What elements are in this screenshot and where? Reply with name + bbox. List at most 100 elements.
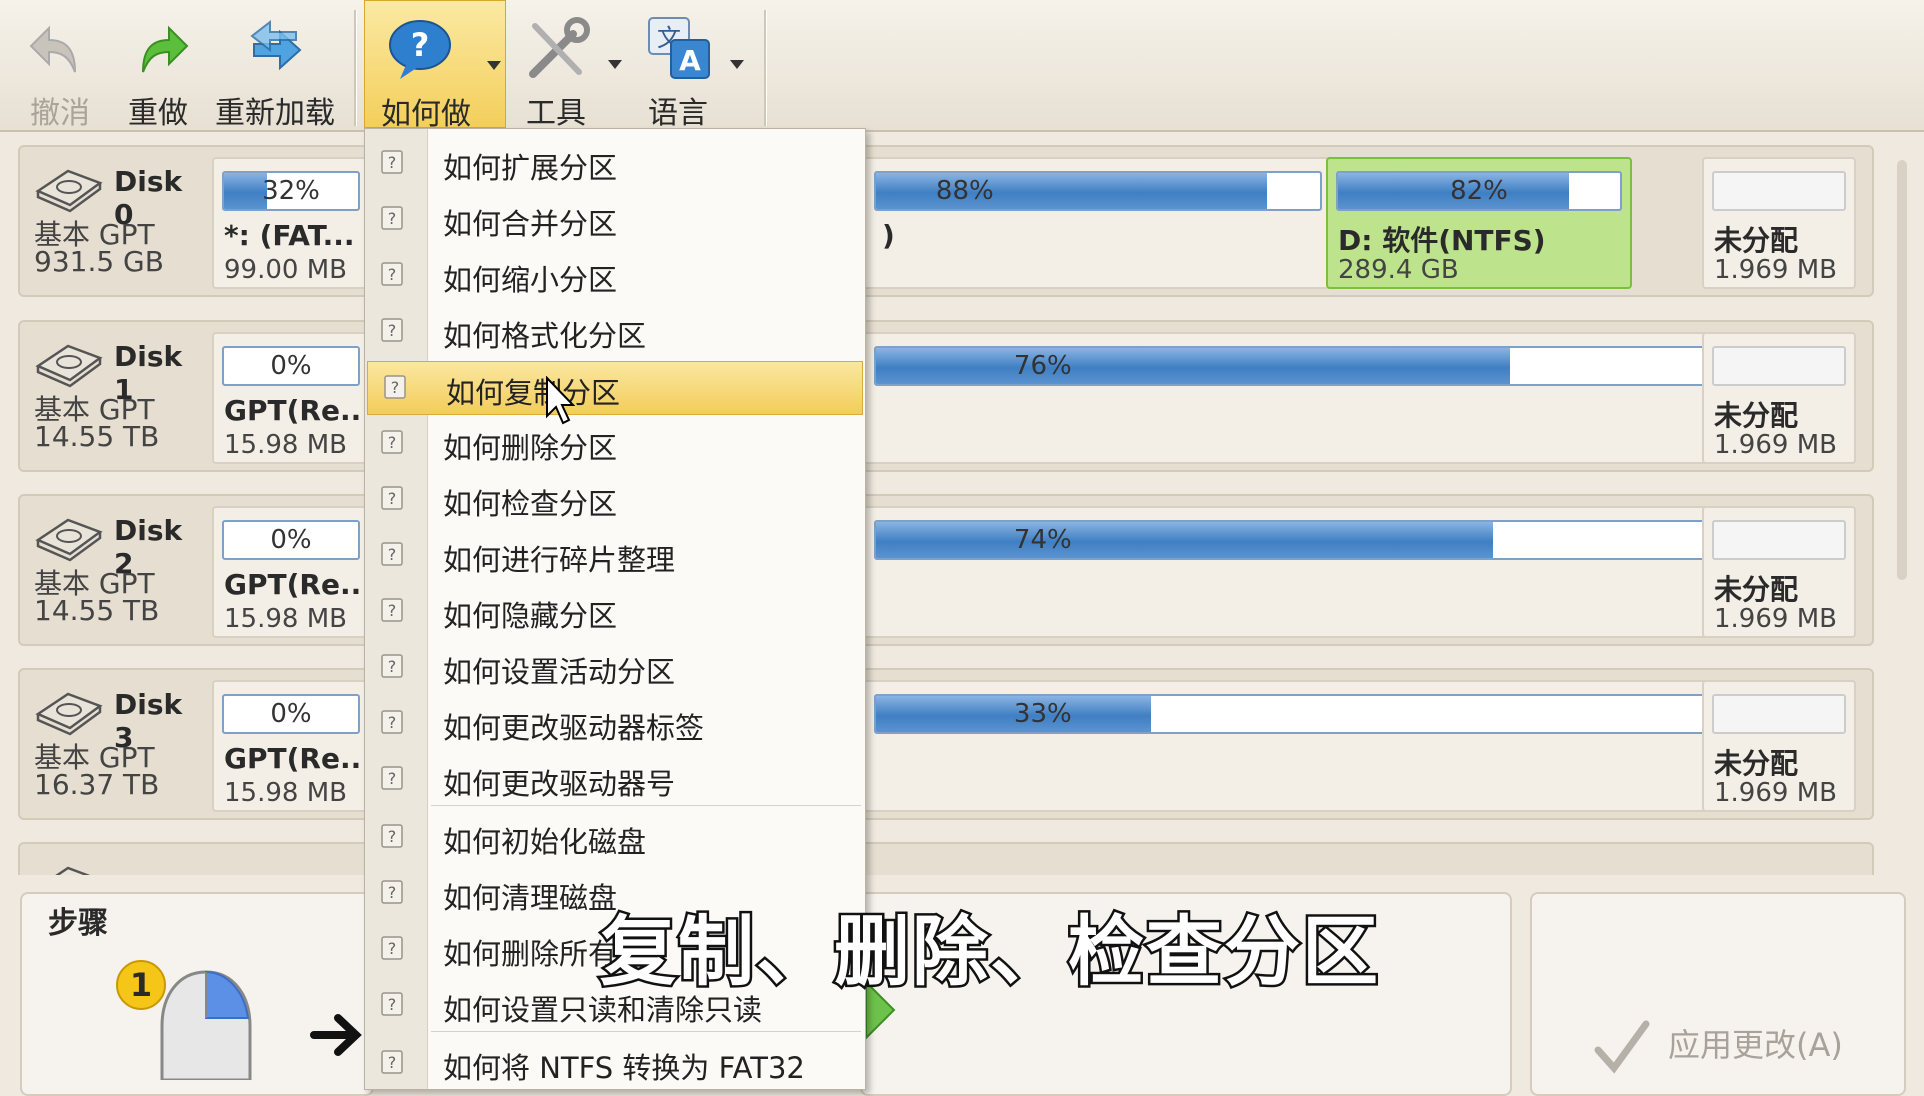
apply-button-label: 应用更改(A) <box>1668 1026 1843 1064</box>
usage-bar <box>1712 171 1846 211</box>
svg-text:?: ? <box>388 153 397 172</box>
partition-block-unallocated[interactable]: 未分配 1.969 MB <box>1702 680 1856 812</box>
partition-label: 未分配 <box>1714 747 1799 780</box>
reload-label: 重新加载 <box>215 96 335 131</box>
svg-text:?: ? <box>388 433 397 452</box>
menu-item[interactable]: ? 如何删除分区 <box>365 417 865 469</box>
partition-block-unallocated[interactable]: 未分配 1.969 MB <box>1702 506 1856 638</box>
menu-item-label: 如何清理磁盘 <box>443 881 618 915</box>
usage-bar: 0% <box>222 694 360 734</box>
partition-block[interactable]: 32% *: (FAT... 99.00 MB <box>212 157 370 289</box>
partition-block-unallocated[interactable]: 未分配 1.969 MB <box>1702 332 1856 464</box>
disk-info: Disk 2 基本 GPT 14.55 TB <box>20 496 205 644</box>
menu-item[interactable]: ? 如何进行碎片整理 <box>365 529 865 581</box>
menu-item[interactable]: ? 如何扩展分区 <box>365 137 865 189</box>
partition-block[interactable]: 0% GPT(Re... 15.98 MB <box>212 680 372 812</box>
partition-size: 15.98 MB <box>224 778 347 808</box>
svg-text:?: ? <box>388 995 397 1014</box>
partition-label: *: (FAT... <box>224 219 355 252</box>
menu-item-label: 如何格式化分区 <box>443 319 647 353</box>
hard-disk-icon <box>35 518 103 562</box>
howto-button[interactable]: ? 如何做 <box>364 0 506 132</box>
mouse-icon <box>160 970 252 1080</box>
partition-size: 1.969 MB <box>1714 430 1837 460</box>
menu-item-label: 如何设置活动分区 <box>443 655 676 689</box>
menu-item[interactable]: ? 如何隐藏分区 <box>365 585 865 637</box>
help-page-icon: ? <box>381 992 403 1016</box>
undo-arrow-icon <box>29 25 76 73</box>
tools-label: 工具 <box>526 96 586 131</box>
disk-size: 931.5 GB <box>34 245 164 278</box>
disk-row[interactable]: Disk 2 基本 GPT 14.55 TB 0% GPT(Re... 15.9… <box>18 494 1874 646</box>
usage-percent: 88% <box>935 176 994 206</box>
usage-percent: 32% <box>262 176 320 206</box>
help-page-icon: ? <box>381 654 403 678</box>
partition-size: 1.969 MB <box>1714 255 1837 285</box>
menu-item[interactable]: ? 如何缩小分区 <box>365 249 865 301</box>
partition-block[interactable]: 0% GPT(Re... 15.98 MB <box>212 332 372 464</box>
redo-button[interactable]: 重做 <box>108 0 208 131</box>
usage-percent: 76% <box>1013 351 1072 381</box>
video-subtitle: 复制、删除、检查分区 <box>598 905 1381 999</box>
menu-item[interactable]: ? 如何合并分区 <box>365 193 865 245</box>
partition-block[interactable]: 0% GPT(Re... 15.98 MB <box>212 506 372 638</box>
partition-label: 未分配 <box>1714 399 1799 432</box>
undo-label: 撤消 <box>30 96 90 131</box>
menu-item[interactable]: ? 如何检查分区 <box>365 473 865 525</box>
vertical-scrollbar[interactable] <box>1897 160 1907 580</box>
disk-info: Disk 3 基本 GPT 16.37 TB <box>20 670 205 818</box>
svg-text:?: ? <box>388 939 397 958</box>
svg-text:?: ? <box>388 601 397 620</box>
howto-label: 如何做 <box>381 97 471 132</box>
language-label: 语言 <box>648 96 708 131</box>
partition-label: GPT(Re... <box>224 394 372 427</box>
disk-info: Disk 1 基本 GPT 14.55 TB <box>20 322 205 470</box>
disk-row[interactable]: Disk 0 基本 GPT 931.5 GB 32% *: (FAT... 99… <box>18 145 1874 297</box>
help-page-icon: ? <box>381 766 403 790</box>
toolbar: 撤消 重做 重新加载 ? 如何做 工具 文A 语言 <box>0 0 1924 132</box>
menu-item[interactable]: ? 如何格式化分区 <box>365 305 865 357</box>
svg-text:?: ? <box>388 769 397 788</box>
partition-label: GPT(Re... <box>224 568 372 601</box>
disk-row[interactable]: Disk 1 基本 GPT 14.55 TB 0% GPT(Re... 15.9… <box>18 320 1874 472</box>
usage-percent: 0% <box>270 525 312 555</box>
question-bubble-icon: ? <box>389 20 451 79</box>
language-button[interactable]: 文A 语言 <box>632 0 762 131</box>
partition-label: 未分配 <box>1714 224 1799 257</box>
menu-item[interactable]: ? 如何复制分区 <box>367 361 863 415</box>
menu-separator <box>431 1031 861 1032</box>
apply-button[interactable]: 应用更改(A) <box>1580 1010 1880 1076</box>
undo-button[interactable]: 撤消 <box>10 0 110 131</box>
partition-label: D: 软件(NTFS) <box>1338 224 1546 257</box>
reload-button[interactable]: 重新加载 <box>210 0 340 131</box>
usage-bar: 0% <box>222 346 360 386</box>
menu-item[interactable]: ? 如何设置活动分区 <box>365 641 865 693</box>
menu-item[interactable]: ? 如何初始化磁盘 <box>365 811 865 863</box>
help-page-icon: ? <box>381 1050 403 1074</box>
help-page-icon: ? <box>381 936 403 960</box>
menu-item-label: 如何扩展分区 <box>443 151 618 185</box>
disk-size: 16.37 TB <box>34 768 160 801</box>
menu-item[interactable]: ? 如何将 NTFS 转换为 FAT32 <box>365 1037 865 1089</box>
help-page-icon: ? <box>381 542 403 566</box>
menu-item[interactable]: ? 如何更改驱动器标签 <box>365 697 865 749</box>
partition-block-selected[interactable]: 82% D: 软件(NTFS) 289.4 GB <box>1326 157 1632 289</box>
usage-percent: 0% <box>270 699 312 729</box>
usage-bar: 76% <box>874 346 1712 386</box>
usage-percent: 33% <box>1013 699 1072 729</box>
hard-disk-icon <box>35 169 103 213</box>
menu-item-label: 如何隐藏分区 <box>443 599 618 633</box>
menu-item-label: 如何复制分区 <box>446 376 621 410</box>
hard-disk-icon <box>35 344 103 388</box>
tools-button[interactable]: 工具 <box>512 0 632 131</box>
partition-label: GPT(Re... <box>224 742 372 775</box>
svg-text:?: ? <box>388 883 397 902</box>
steps-title: 步骤 <box>48 906 108 941</box>
help-page-icon: ? <box>381 710 403 734</box>
help-page-icon: ? <box>381 880 403 904</box>
partition-block-unallocated[interactable]: 未分配 1.969 MB <box>1702 157 1856 289</box>
svg-text:?: ? <box>391 378 400 397</box>
disk-row[interactable]: Disk 3 基本 GPT 16.37 TB 0% GPT(Re... 15.9… <box>18 668 1874 820</box>
menu-item[interactable]: ? 如何更改驱动器号 <box>365 753 865 805</box>
menu-item-label: 如何检查分区 <box>443 487 618 521</box>
